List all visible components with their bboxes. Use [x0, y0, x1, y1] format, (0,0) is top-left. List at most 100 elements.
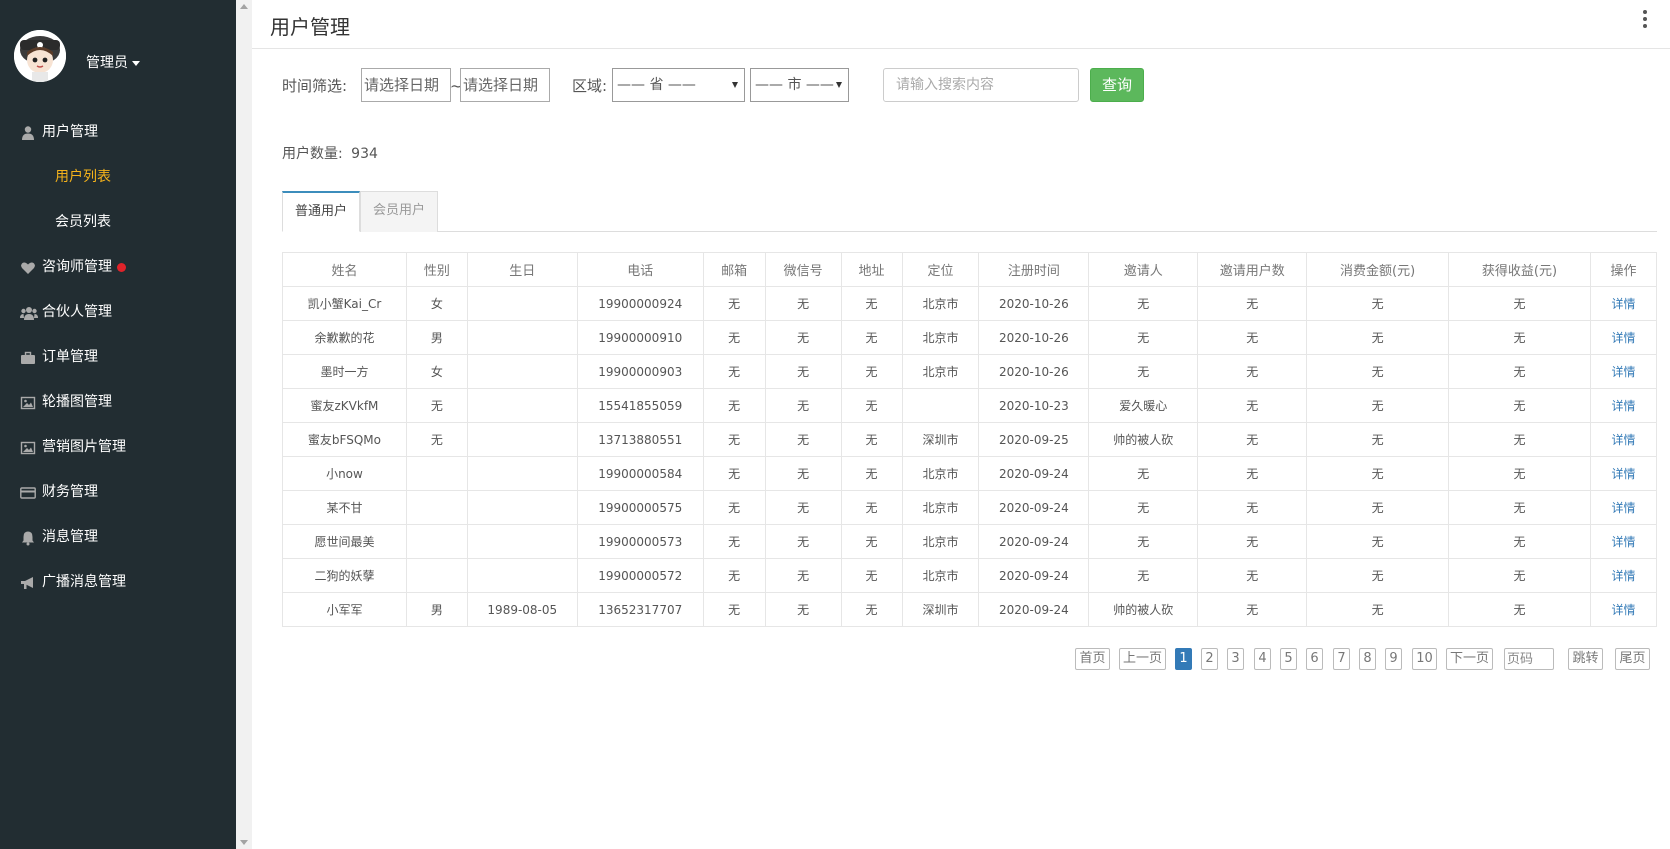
- detail-link[interactable]: 详情: [1611, 433, 1635, 447]
- page-button-9[interactable]: 9: [1385, 648, 1402, 670]
- page-button-1[interactable]: 1: [1175, 648, 1192, 670]
- table-cell: [466, 456, 578, 491]
- table-row: 蜜友zKVkfM 无 15541855059 无无无 2020-10-23 爱久暖心无无无…: [282, 388, 1658, 423]
- sidebar-item-finance-management[interactable]: 财务管理: [0, 470, 236, 515]
- table-cell: [405, 524, 468, 559]
- table-cell: 无: [1197, 286, 1308, 321]
- main-content: 用户管理 时间筛选: ~ 区域: —— 省 —— —— 市 —— 查询 用户数量…: [252, 0, 1670, 849]
- table-cell: 二狗的妖孽: [282, 558, 407, 593]
- table-cell: 无: [1306, 354, 1450, 389]
- table-cell: 无: [1306, 422, 1450, 457]
- users-table: 姓名 性别 生日 电话 邮箱 微信号 地址 定位 注册时间 邀请人 邀请用户数 消费金额(元) 获得收益…: [282, 252, 1658, 627]
- table-cell: 无: [840, 558, 903, 593]
- table-cell: 2020-09-24: [978, 456, 1090, 491]
- detail-link[interactable]: 详情: [1611, 569, 1635, 583]
- city-select[interactable]: —— 市 ——: [750, 68, 849, 102]
- table-cell: [466, 524, 578, 559]
- bell-icon: [20, 530, 38, 546]
- table-cell: 13652317707: [576, 592, 704, 627]
- sidebar-item-message-management[interactable]: 消息管理: [0, 515, 236, 560]
- page-button-4[interactable]: 4: [1254, 648, 1271, 670]
- detail-link[interactable]: 详情: [1611, 535, 1635, 549]
- date-start-input[interactable]: [361, 68, 451, 102]
- table-cell: [405, 456, 468, 491]
- table-cell: 无: [1088, 456, 1199, 491]
- table-row: 小now 19900000584 无无无北京市 2020-09-24 无无无无详情: [282, 456, 1658, 491]
- scroll-up-arrow-icon[interactable]: [240, 4, 248, 9]
- page-button-3[interactable]: 3: [1227, 648, 1244, 670]
- search-input[interactable]: [883, 68, 1079, 102]
- sidebar-subitem-user-list[interactable]: 用户列表: [0, 155, 236, 200]
- jump-button[interactable]: 跳转: [1568, 648, 1603, 670]
- table-cell: 男: [405, 592, 468, 627]
- page-button-2[interactable]: 2: [1201, 648, 1218, 670]
- more-vertical-icon[interactable]: [1642, 8, 1648, 32]
- sidebar-item-user-management[interactable]: 用户管理: [0, 110, 236, 155]
- detail-link[interactable]: 详情: [1611, 365, 1635, 379]
- sidebar-subitem-member-list[interactable]: 会员列表: [0, 200, 236, 245]
- page-number-input[interactable]: [1504, 648, 1554, 670]
- table-cell: 愿世间最美: [282, 524, 407, 559]
- query-button[interactable]: 查询: [1090, 68, 1144, 102]
- image-icon: [20, 395, 38, 411]
- city-select-value: —— 市 ——: [755, 77, 834, 93]
- table-cell: 2020-09-24: [978, 558, 1090, 593]
- page-button-6[interactable]: 6: [1306, 648, 1323, 670]
- table-cell: 无: [1448, 286, 1591, 321]
- admin-menu-toggle[interactable]: 管理员: [86, 52, 140, 72]
- avatar[interactable]: [14, 30, 66, 82]
- table-cell: 无: [764, 388, 842, 423]
- page-button-7[interactable]: 7: [1333, 648, 1350, 670]
- table-cell: 无: [1306, 286, 1450, 321]
- table-cell: 19900000924: [576, 286, 704, 321]
- province-select-value: —— 省 ——: [617, 77, 696, 93]
- table-cell: 19900000573: [576, 524, 704, 559]
- page-button-8[interactable]: 8: [1359, 648, 1376, 670]
- table-cell: [466, 354, 578, 389]
- prev-page-button[interactable]: 上一页: [1119, 648, 1166, 670]
- table-cell: 无: [1197, 388, 1308, 423]
- table-cell: [466, 490, 578, 525]
- scrollbar[interactable]: [236, 0, 252, 849]
- page-button-10[interactable]: 10: [1412, 648, 1437, 670]
- table-cell: 2020-10-23: [978, 388, 1090, 423]
- table-cell: 凯小蟹Kai_Cr: [282, 286, 407, 321]
- scroll-down-arrow-icon[interactable]: [240, 840, 248, 845]
- table-cell: 无: [1448, 558, 1591, 593]
- table-cell: [466, 422, 578, 457]
- detail-link[interactable]: 详情: [1611, 603, 1635, 617]
- page-button-5[interactable]: 5: [1280, 648, 1297, 670]
- table-cell: 无: [702, 422, 766, 457]
- sidebar-item-marketing-images[interactable]: 营销图片管理: [0, 425, 236, 470]
- sidebar-item-counselor-management[interactable]: 咨询师管理: [0, 245, 236, 290]
- table-cell: 无: [840, 456, 903, 491]
- image-icon: [20, 440, 38, 456]
- table-cell: 无: [702, 524, 766, 559]
- detail-link[interactable]: 详情: [1611, 331, 1635, 345]
- detail-link[interactable]: 详情: [1611, 467, 1635, 481]
- detail-link[interactable]: 详情: [1611, 501, 1635, 515]
- date-end-input[interactable]: [460, 68, 550, 102]
- table-cell: 无: [840, 286, 903, 321]
- table-cell: 无: [840, 592, 903, 627]
- table-cell: 无: [764, 354, 842, 389]
- column-header: 获得收益(元): [1448, 252, 1591, 287]
- sidebar-item-order-management[interactable]: 订单管理: [0, 335, 236, 380]
- province-select[interactable]: —— 省 ——: [612, 68, 745, 102]
- table-cell: 无: [1306, 456, 1450, 491]
- first-page-button[interactable]: 首页: [1075, 648, 1110, 670]
- sidebar-item-carousel-management[interactable]: 轮播图管理: [0, 380, 236, 425]
- sidebar-item-broadcast-management[interactable]: 广播消息管理: [0, 560, 236, 605]
- last-page-button[interactable]: 尾页: [1615, 648, 1650, 670]
- table-cell: [466, 286, 578, 321]
- tab-member-users[interactable]: 会员用户: [360, 191, 438, 232]
- next-page-button[interactable]: 下一页: [1446, 648, 1493, 670]
- tab-normal-users[interactable]: 普通用户: [282, 191, 360, 232]
- detail-link[interactable]: 详情: [1611, 399, 1635, 413]
- sidebar-item-partner-management[interactable]: 合伙人管理: [0, 290, 236, 335]
- table-cell: 无: [702, 354, 766, 389]
- detail-link[interactable]: 详情: [1611, 297, 1635, 311]
- table-cell: 详情: [1589, 490, 1658, 525]
- column-header: 邀请人: [1088, 252, 1199, 287]
- users-icon: [20, 305, 38, 321]
